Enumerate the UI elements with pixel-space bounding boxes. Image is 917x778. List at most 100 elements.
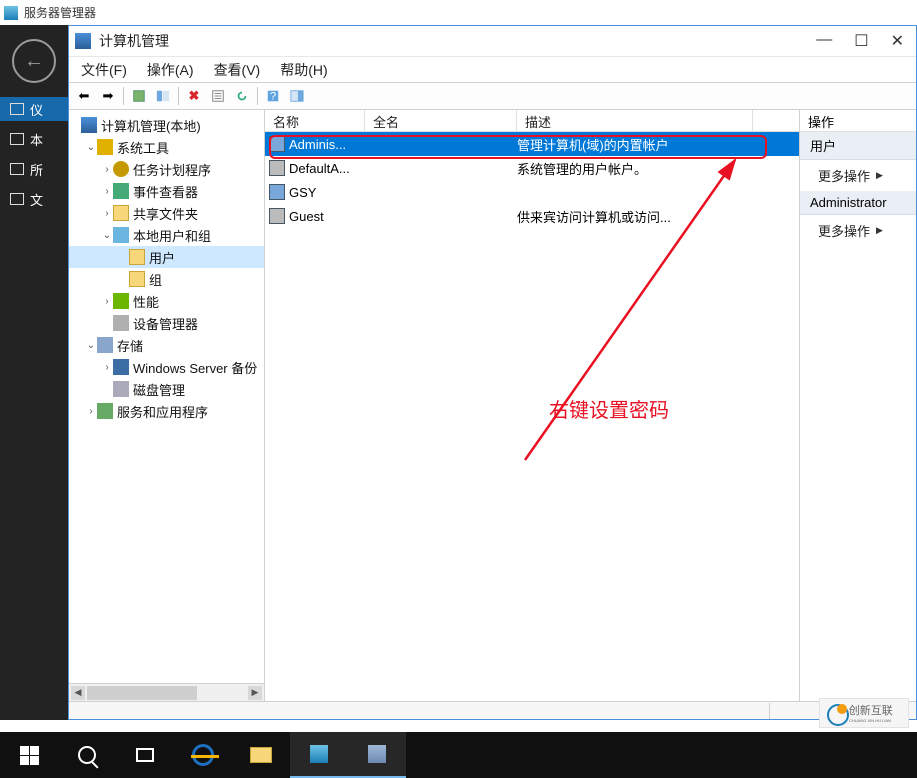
tree-expander-icon[interactable]: ⌄ bbox=[85, 142, 97, 153]
maximize-button[interactable]: ☐ bbox=[854, 31, 868, 51]
user-description: 供来宾访问计算机或访问... bbox=[517, 207, 799, 226]
actions-section-users: 用户 bbox=[800, 132, 916, 160]
column-name[interactable]: 名称 bbox=[265, 110, 365, 131]
ic-dev-icon bbox=[113, 315, 129, 331]
taskbar-ie[interactable] bbox=[174, 732, 232, 778]
tree-expander-icon[interactable]: ⌄ bbox=[101, 230, 113, 241]
user-icon bbox=[269, 184, 285, 200]
scroll-thumb[interactable] bbox=[87, 686, 197, 700]
scroll-right-button[interactable]: ▶ bbox=[248, 686, 262, 700]
tree-expander-icon[interactable]: › bbox=[101, 164, 113, 175]
tree-item-存储[interactable]: ⌄ 存储 bbox=[69, 334, 264, 356]
tree-item-本地用户和组[interactable]: ⌄本地用户和组 bbox=[69, 224, 264, 246]
user-description: 管理计算机(域)的内置帐户 bbox=[517, 135, 799, 154]
scroll-track[interactable] bbox=[87, 686, 246, 700]
list-header: 名称 全名 描述 bbox=[265, 110, 799, 132]
refresh-button[interactable] bbox=[231, 85, 253, 107]
ic-store-icon bbox=[97, 337, 113, 353]
folder-icon bbox=[250, 747, 272, 763]
ic-folder-icon bbox=[129, 249, 145, 265]
close-button[interactable]: ✕ bbox=[891, 31, 904, 51]
show-hide-tree-button[interactable] bbox=[152, 85, 174, 107]
menu-view[interactable]: 查看(V) bbox=[214, 60, 261, 80]
computer-management-icon bbox=[368, 745, 386, 763]
user-row-DefaultA[interactable]: DefaultA...系统管理的用户帐户。 bbox=[265, 156, 799, 180]
ic-mgmt-icon bbox=[81, 117, 97, 133]
server-manager-sidebar: ← 仪 本 所 文 bbox=[0, 25, 68, 720]
menu-action[interactable]: 操作(A) bbox=[147, 60, 194, 80]
minimize-button[interactable]: — bbox=[816, 31, 832, 51]
tree-label: 存储 bbox=[117, 336, 143, 355]
help-button[interactable]: ? bbox=[262, 85, 284, 107]
user-row-GSY[interactable]: GSY bbox=[265, 180, 799, 204]
ic-folder-icon bbox=[113, 205, 129, 221]
tree-item-性能[interactable]: › 性能 bbox=[69, 290, 264, 312]
tree-item-服务和应用程序[interactable]: › 服务和应用程序 bbox=[69, 400, 264, 422]
user-icon bbox=[269, 136, 285, 152]
tree-item-磁盘管理[interactable]: 磁盘管理 bbox=[69, 378, 264, 400]
tree-horizontal-scrollbar[interactable]: ◀ ▶ bbox=[69, 683, 264, 701]
nav-back-button[interactable]: ⬅ bbox=[73, 85, 95, 107]
taskbar-server-manager[interactable] bbox=[290, 732, 348, 778]
up-button[interactable] bbox=[128, 85, 150, 107]
menu-file[interactable]: 文件(F) bbox=[81, 60, 127, 80]
user-name: Guest bbox=[289, 209, 324, 224]
taskbar-taskview[interactable] bbox=[116, 732, 174, 778]
taskbar-computer-management[interactable] bbox=[348, 732, 406, 778]
tree-expander-icon[interactable]: › bbox=[101, 362, 113, 373]
computer-management-icon bbox=[75, 33, 91, 49]
sidebar-stub-all[interactable]: 所 bbox=[0, 157, 68, 181]
tree-item-系统工具[interactable]: ⌄系统工具 bbox=[69, 136, 264, 158]
user-description: 系统管理的用户帐户。 bbox=[517, 159, 799, 178]
computer-management-window: 计算机管理 — ☐ ✕ 文件(F) 操作(A) 查看(V) 帮助(H) ⬅ ➡ … bbox=[68, 25, 917, 720]
tree-label: 计算机管理(本地) bbox=[101, 116, 201, 135]
action-pane-button[interactable] bbox=[286, 85, 308, 107]
ic-win-icon bbox=[113, 359, 129, 375]
tree-expander-icon[interactable]: ⌄ bbox=[85, 340, 97, 351]
delete-button[interactable]: ✖ bbox=[183, 85, 205, 107]
tree-item-组[interactable]: 组 bbox=[69, 268, 264, 290]
tree-expander-icon[interactable]: › bbox=[101, 186, 113, 197]
statusbar bbox=[69, 701, 916, 719]
tree-item-设备管理器[interactable]: 设备管理器 bbox=[69, 312, 264, 334]
tree-label: 服务和应用程序 bbox=[117, 402, 208, 421]
tree-expander-icon[interactable]: › bbox=[101, 296, 113, 307]
back-button[interactable]: ← bbox=[12, 39, 56, 83]
menubar: 文件(F) 操作(A) 查看(V) 帮助(H) bbox=[69, 56, 916, 82]
tree-item-共享文件夹[interactable]: ›共享文件夹 bbox=[69, 202, 264, 224]
ic-clock-icon bbox=[113, 161, 129, 177]
start-button[interactable] bbox=[0, 732, 58, 778]
chevron-right-icon: ▶ bbox=[876, 170, 883, 181]
taskbar-search[interactable] bbox=[58, 732, 116, 778]
taskview-icon bbox=[136, 748, 154, 762]
tree-label: 设备管理器 bbox=[133, 314, 198, 333]
column-fullname[interactable]: 全名 bbox=[365, 110, 517, 131]
taskbar-explorer[interactable] bbox=[232, 732, 290, 778]
tree-item-计算机管理本地[interactable]: 计算机管理(本地) bbox=[69, 114, 264, 136]
properties-button[interactable] bbox=[207, 85, 229, 107]
tree-label: 用户 bbox=[149, 248, 175, 267]
tree-item-WindowsServer备份[interactable]: ›Windows Server 备份 bbox=[69, 356, 264, 378]
sidebar-stub-dashboard[interactable]: 仪 bbox=[0, 97, 68, 121]
menu-help[interactable]: 帮助(H) bbox=[280, 60, 327, 80]
tree-label: 性能 bbox=[133, 292, 159, 311]
actions-more-users[interactable]: 更多操作▶ bbox=[800, 160, 916, 191]
tree-item-任务计划程序[interactable]: ›任务计划程序 bbox=[69, 158, 264, 180]
tree-expander-icon[interactable]: › bbox=[85, 406, 97, 417]
user-row-Guest[interactable]: Guest 供来宾访问计算机或访问... bbox=[265, 204, 799, 228]
scroll-left-button[interactable]: ◀ bbox=[71, 686, 85, 700]
sidebar-stub-file[interactable]: 文 bbox=[0, 187, 68, 211]
tree-expander-icon[interactable]: › bbox=[101, 208, 113, 219]
tree-item-事件查看器[interactable]: ›事件查看器 bbox=[69, 180, 264, 202]
user-name: GSY bbox=[289, 185, 316, 200]
user-name: Adminis... bbox=[289, 137, 346, 152]
column-description[interactable]: 描述 bbox=[517, 110, 753, 131]
actions-more-admin[interactable]: 更多操作▶ bbox=[800, 215, 916, 246]
titlebar[interactable]: 计算机管理 — ☐ ✕ bbox=[69, 26, 916, 56]
sidebar-stub-local[interactable]: 本 bbox=[0, 127, 68, 151]
taskbar bbox=[0, 732, 917, 778]
user-row-Adminis[interactable]: Adminis... 管理计算机(域)的内置帐户 bbox=[265, 132, 799, 156]
nav-forward-button[interactable]: ➡ bbox=[97, 85, 119, 107]
tree-item-用户[interactable]: 用户 bbox=[69, 246, 264, 268]
ic-wrench-icon bbox=[97, 139, 113, 155]
